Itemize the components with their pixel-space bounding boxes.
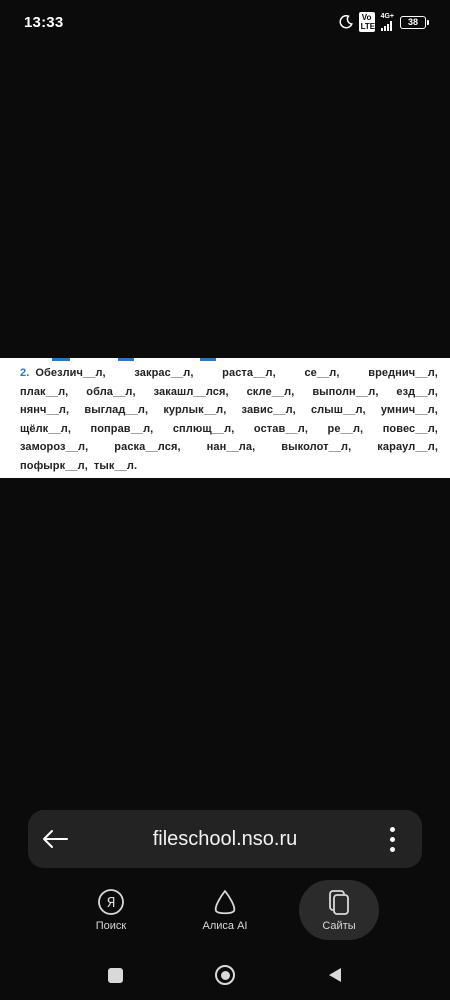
- tab-label: Алиса AI: [202, 920, 248, 932]
- exercise-number: 2.: [20, 367, 30, 379]
- word: езд__л,: [396, 385, 438, 398]
- content-image[interactable]: 2. Обезлич__л, закрас__л, раста__л, се__…: [0, 358, 450, 478]
- cut-marks: [0, 358, 450, 364]
- word: раска__лся,: [114, 441, 181, 454]
- yandex-search-icon: Я: [97, 888, 125, 916]
- word: закашл__лся,: [153, 385, 229, 398]
- word: щёлк__л,: [20, 422, 71, 435]
- word: остав__л,: [253, 422, 309, 435]
- triangle-back-icon: [329, 968, 341, 982]
- tab-alice[interactable]: Алиса AI: [185, 880, 265, 940]
- home-button[interactable]: [205, 955, 245, 995]
- tab-label: Поиск: [95, 920, 127, 932]
- word: караул__л,: [377, 441, 438, 454]
- exercise-text: 2. Обезлич__л, закрас__л, раста__л, се__…: [20, 364, 438, 476]
- tab-label: Сайты: [322, 920, 356, 932]
- back-button[interactable]: [315, 955, 355, 995]
- signal-icon: 4G+: [380, 13, 394, 31]
- address-bar[interactable]: fileschool.nso.ru: [28, 810, 422, 868]
- word: курлык__л,: [163, 404, 227, 417]
- url-text[interactable]: fileschool.nso.ru: [153, 828, 298, 851]
- exercise-line: плак__л, обла__л, закашл__лся, скле__л, …: [20, 383, 438, 402]
- exercise-line: щёлк__л, поправ__л, сплющ__л, остав__л, …: [20, 420, 438, 439]
- word: умнич__л,: [380, 404, 438, 417]
- status-bar: 13:33 Vo LTE 4G+ 38: [0, 0, 450, 44]
- word: завис__л,: [241, 404, 296, 417]
- sites-icon: [325, 888, 353, 916]
- word: закрас__л,: [134, 367, 194, 379]
- word: се__л,: [304, 367, 340, 379]
- word: пофырк__л,: [20, 459, 88, 472]
- phone-screen: 13:33 Vo LTE 4G+ 38 2. Обезлич__л, закра…: [0, 0, 450, 1000]
- exercise-line: нянч__л, выглад__л, курлык__л, завис__л,…: [20, 401, 438, 420]
- tab-sites[interactable]: Сайты: [299, 880, 379, 940]
- word: повес__л,: [382, 422, 438, 435]
- status-icons: Vo LTE 4G+ 38: [339, 12, 429, 32]
- signal-bars: [380, 21, 392, 31]
- word: сплющ__л,: [172, 422, 235, 435]
- word: выполн__л,: [312, 385, 379, 398]
- bottom-tabs: Я Поиск Алиса AI Сайты: [0, 878, 450, 942]
- volte-icon: Vo LTE: [358, 12, 376, 32]
- word: замороз__л,: [20, 441, 89, 454]
- word: выглад__л,: [84, 404, 149, 417]
- word: Обезлич__л,: [35, 367, 106, 379]
- word: тык__л.: [93, 459, 138, 472]
- word: вреднич__л,: [368, 367, 438, 379]
- exercise-line: 2. Обезлич__л, закрас__л, раста__л, се__…: [20, 364, 438, 383]
- more-vertical-icon[interactable]: [380, 824, 404, 854]
- word: поправ__л,: [90, 422, 154, 435]
- tab-search[interactable]: Я Поиск: [71, 880, 151, 940]
- back-arrow-icon[interactable]: [40, 824, 70, 854]
- alice-icon: [211, 888, 239, 916]
- word: раста__л,: [222, 367, 276, 379]
- battery-icon: 38: [400, 15, 429, 29]
- word: слыш__л,: [310, 404, 366, 417]
- recents-button[interactable]: [95, 955, 135, 995]
- word: скле__л,: [246, 385, 295, 398]
- home-circle-icon: [215, 965, 235, 985]
- svg-text:Я: Я: [106, 896, 115, 911]
- moon-icon: [339, 15, 353, 29]
- status-time: 13:33: [24, 13, 64, 31]
- network-type-label: 4G+: [380, 13, 394, 20]
- exercise-line: пофырк__л, тык__л.: [20, 457, 438, 476]
- word: обла__л,: [86, 385, 136, 398]
- square-icon: [107, 967, 123, 983]
- word: нан__ла,: [206, 441, 256, 454]
- word: выколот__л,: [281, 441, 352, 454]
- word: плак__л,: [20, 385, 69, 398]
- word: нянч__л,: [20, 404, 70, 417]
- exercise-line: замороз__л, раска__лся, нан__ла, выколот…: [20, 438, 438, 457]
- word: ре__л,: [327, 422, 364, 435]
- system-nav-bar: [0, 950, 450, 1000]
- battery-level: 38: [407, 17, 418, 27]
